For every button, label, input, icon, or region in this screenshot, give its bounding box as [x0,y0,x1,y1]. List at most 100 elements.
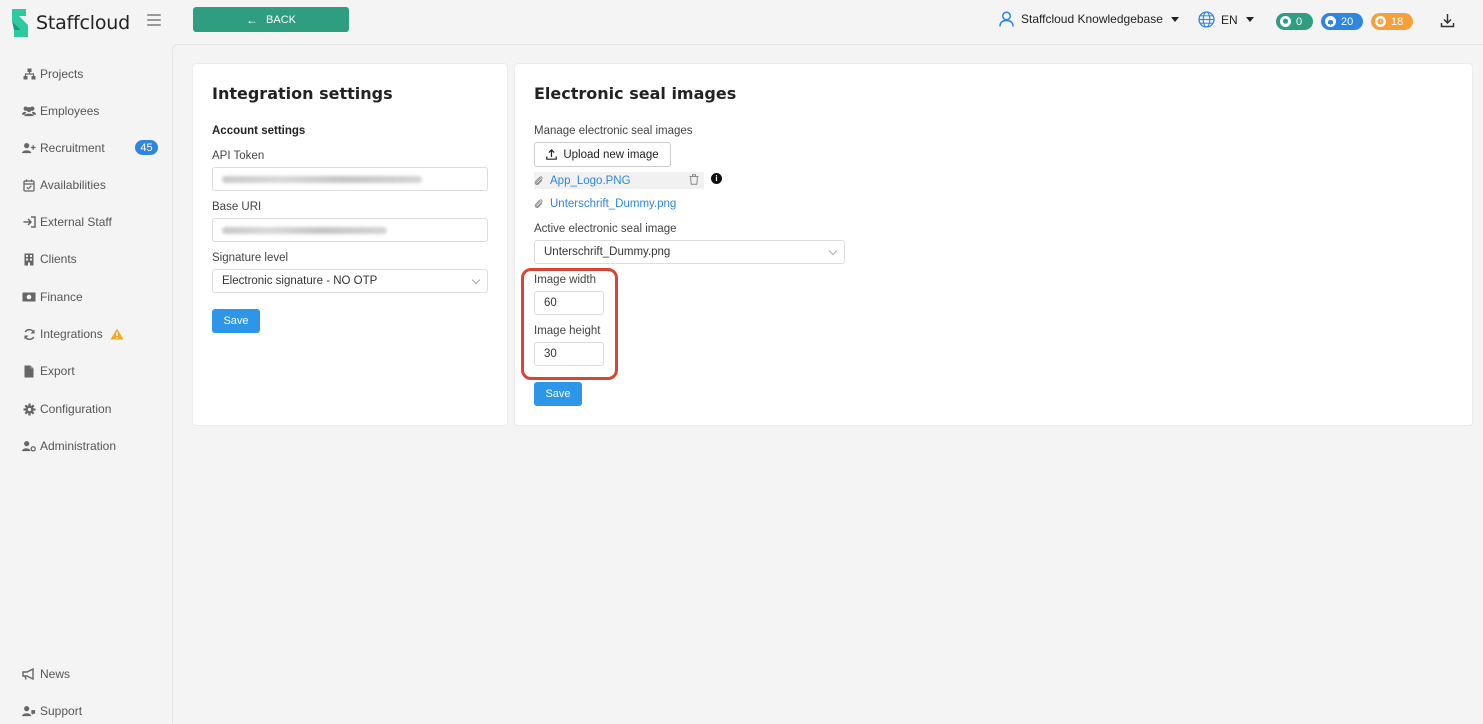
integration-settings-card: Integration settings Account settings AP… [192,63,508,426]
sidebar-item-news[interactable]: News [22,667,162,681]
download-icon[interactable] [1440,13,1455,28]
seal-file-name: Unterschrift_Dummy.png [550,197,677,210]
sync-icon [22,327,36,341]
base-uri-input[interactable] [212,218,488,242]
base-uri-label: Base URI [212,201,262,213]
seal-save-button[interactable]: Save [534,382,582,406]
sidebar-item-label: Projects [40,67,84,81]
upload-icon [546,149,558,160]
sidebar-item-support[interactable]: Support [22,704,162,718]
image-height-input[interactable]: 30 [534,342,604,366]
sidebar-item-employees[interactable]: Employees [22,104,162,118]
sidebar-item-clients[interactable]: Clients [22,252,162,266]
sidebar-item-export[interactable]: Export [22,364,162,378]
building-icon [22,252,36,266]
pending-pill[interactable]: 18 [1371,13,1413,30]
signature-level-select[interactable]: Electronic signature - NO OTP [212,269,488,293]
manage-seal-label: Manage electronic seal images [534,125,693,137]
user-plus-icon [22,141,36,155]
money-icon [22,290,36,304]
language-menu[interactable]: EN [1198,11,1254,28]
sidebar-item-label: Recruitment [40,141,105,155]
brand-name: Staffcloud [36,12,130,34]
bell-icon [1325,16,1336,27]
integration-settings-title: Integration settings [212,84,393,103]
sitemap-icon [22,67,36,81]
notifications-pill[interactable]: 20 [1321,13,1363,30]
sidebar-item-recruitment[interactable]: Recruitment 45 [22,140,162,155]
user-icon [999,11,1014,27]
seal-file-name: App_Logo.PNG [550,174,631,187]
sidebar-item-label: Finance [40,290,83,304]
electronic-seal-title: Electronic seal images [534,84,737,103]
image-height-value: 30 [544,348,557,360]
seal-file-item[interactable]: App_Logo.PNG [534,172,704,189]
top-bar: Staffcloud ← BACK Staffcloud Knowledgeba… [0,0,1483,44]
image-width-input[interactable]: 60 [534,291,604,315]
info-icon[interactable]: i [711,173,722,184]
sidebar-item-administration[interactable]: Administration [22,439,162,453]
upload-button-label: Upload new image [563,148,659,161]
messages-pill[interactable]: 0 [1276,13,1313,30]
account-settings-heading: Account settings [212,125,306,137]
seal-file-item[interactable]: Unterschrift_Dummy.png [534,195,676,212]
sidebar-item-projects[interactable]: Projects [22,67,162,81]
notifications-count: 20 [1341,15,1354,28]
image-width-label: Image width [534,274,597,286]
sidebar: Projects Employees Recruitment 45 Availa… [0,44,172,724]
signature-level-value: Electronic signature - NO OTP [222,275,378,287]
chevron-down-icon [1245,17,1254,22]
sidebar-item-configuration[interactable]: Configuration [22,402,162,416]
user-menu[interactable]: Staffcloud Knowledgebase [999,11,1179,27]
warning-icon [110,328,124,340]
menu-toggle-icon[interactable] [147,14,161,26]
recruitment-count-badge: 45 [135,140,158,155]
sidebar-item-label: Configuration [40,402,112,416]
sidebar-item-label: External Staff [40,215,112,229]
signature-level-label: Signature level [212,252,289,264]
user-cog-icon [22,439,36,453]
sidebar-item-label: Support [40,704,83,718]
pending-count: 18 [1391,15,1404,28]
api-token-input[interactable] [212,167,488,191]
integration-save-button[interactable]: Save [212,309,260,333]
image-height-label: Image height [534,325,601,337]
sidebar-item-label: Integrations [40,327,103,341]
back-button-label: BACK [266,13,296,26]
sidebar-item-label: Export [40,364,75,378]
chevron-down-icon [471,275,481,285]
back-button[interactable]: ← BACK [193,7,349,32]
sidebar-item-external-staff[interactable]: External Staff [22,215,162,229]
messages-count: 0 [1296,15,1303,28]
globe-icon [1198,11,1215,28]
sidebar-item-label: Employees [40,104,100,118]
megaphone-icon [22,667,36,681]
redacted-base-uri [222,227,387,234]
clock-icon [1375,16,1386,27]
sidebar-item-label: Administration [40,439,117,453]
trash-icon[interactable] [689,174,699,185]
image-width-value: 60 [544,297,557,309]
language-label: EN [1221,12,1238,27]
staffcloud-logo-icon [12,9,28,37]
chevron-down-icon [1170,16,1179,22]
electronic-seal-card: Electronic seal images Manage electronic… [514,63,1473,426]
sidebar-item-label: News [40,667,71,681]
sidebar-item-label: Clients [40,252,77,266]
sidebar-item-label: Availabilities [40,178,106,192]
sign-in-icon [22,215,36,229]
active-seal-value: Unterschrift_Dummy.png [544,246,671,258]
active-seal-select[interactable]: Unterschrift_Dummy.png [534,240,845,264]
cog-icon [22,402,36,416]
redacted-api-token [222,176,422,183]
brand-logo[interactable]: Staffcloud [10,7,130,39]
user-menu-label: Staffcloud Knowledgebase [1021,12,1163,26]
file-icon [22,364,36,378]
paperclip-icon [534,176,543,185]
sidebar-item-integrations[interactable]: Integrations [22,327,162,341]
paperclip-icon [534,199,543,208]
upload-new-image-button[interactable]: Upload new image [534,142,671,167]
support-icon [22,704,36,718]
sidebar-item-finance[interactable]: Finance [22,290,162,304]
sidebar-item-availabilities[interactable]: Availabilities [22,178,162,192]
